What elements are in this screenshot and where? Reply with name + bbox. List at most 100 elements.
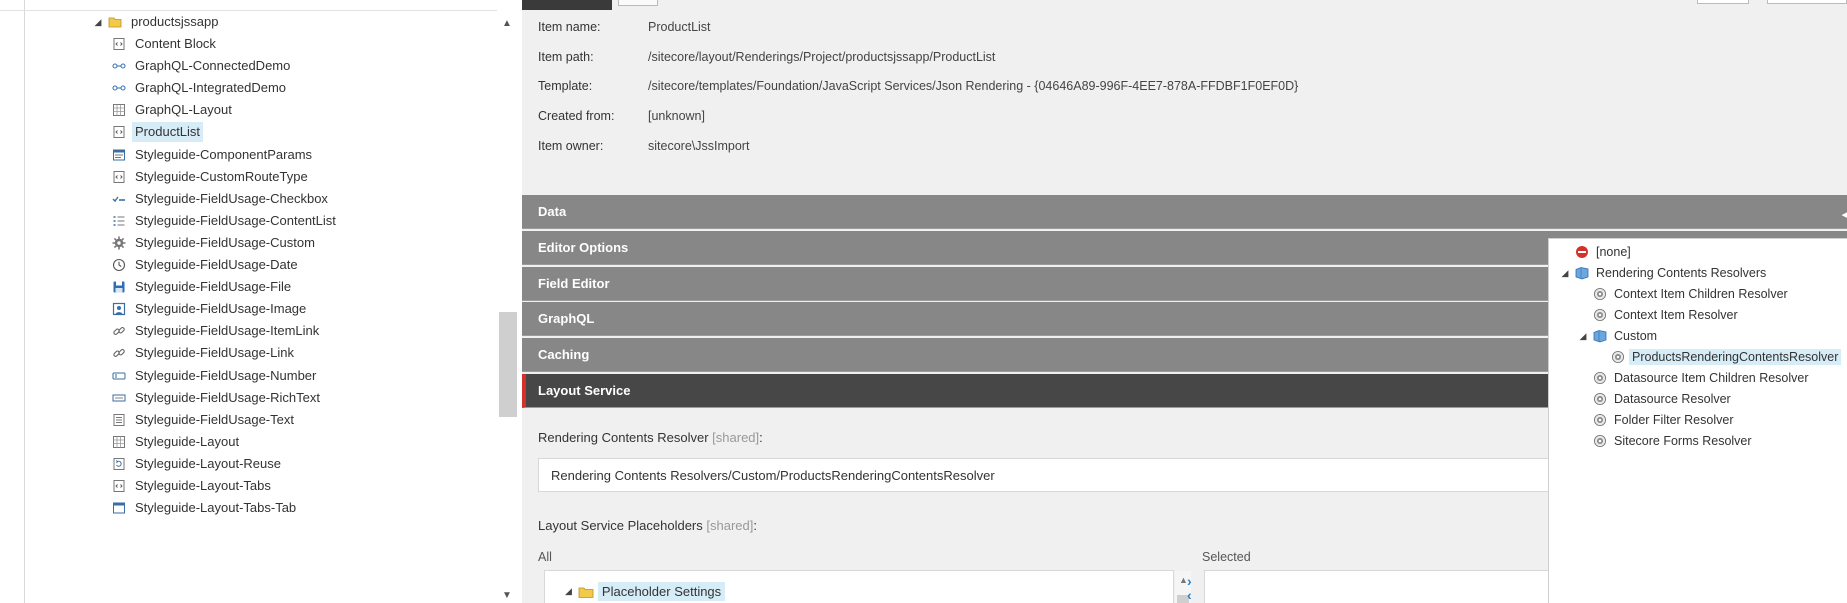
field-title: Rendering Contents Resolver xyxy=(538,430,709,445)
editor-tab-strip xyxy=(522,0,1847,10)
tab-content[interactable] xyxy=(522,0,612,10)
tree-node[interactable]: Styleguide-FieldUsage-ItemLink xyxy=(112,320,322,342)
remove-left-icon[interactable]: ‹ xyxy=(1187,587,1192,603)
resolver-option-label: Context Item Children Resolver xyxy=(1614,287,1788,301)
resolver-option[interactable]: Datasource Item Children Resolver xyxy=(1593,368,1812,388)
resolver-option[interactable]: ◢ Custom xyxy=(1577,326,1660,346)
tree-node-label: Styleguide-FieldUsage-Checkbox xyxy=(135,190,328,206)
tree-node-label: Styleguide-CustomRouteType xyxy=(135,168,308,184)
tree-node-label: productsjssapp xyxy=(131,14,219,29)
resolver-option[interactable]: Folder Filter Resolver xyxy=(1593,410,1736,430)
expand-arrow-icon[interactable]: ◢ xyxy=(92,17,104,28)
field-colon: : xyxy=(759,430,763,445)
tree-node[interactable]: GraphQL-Layout xyxy=(112,99,235,121)
resolver-option[interactable]: ProductsRenderingContentsResolver xyxy=(1611,347,1842,367)
resolver-option[interactable]: Sitecore Forms Resolver xyxy=(1593,431,1755,451)
tree-node-label: GraphQL-ConnectedDemo xyxy=(135,58,291,74)
scroll-up-icon[interactable]: ▲ xyxy=(502,18,512,29)
tree-node[interactable]: Styleguide-FieldUsage-File xyxy=(112,276,294,298)
move-buttons: › ‹ xyxy=(1187,573,1192,603)
grid-layout-icon xyxy=(112,103,126,117)
toolbar-button[interactable] xyxy=(1767,0,1847,4)
resolver-folder-icon xyxy=(1593,329,1607,343)
all-placeholders-list[interactable]: ◢ Placeholder Settings ▲ xyxy=(544,570,1191,603)
collapse-icon[interactable]: ◂ xyxy=(1841,208,1847,221)
all-column-heading: All xyxy=(538,550,552,564)
shared-tag: [shared] xyxy=(706,518,754,533)
resolver-dropdown-popup: [none] ◢ Rendering Contents Resolvers Conte… xyxy=(1548,238,1847,603)
tree-scrollbar[interactable]: ▲ ▼ xyxy=(497,10,520,603)
tree-node[interactable]: Styleguide-FieldUsage-Link xyxy=(112,342,297,364)
tree-node-label: Styleguide-FieldUsage-Image xyxy=(135,301,307,317)
tree-node-label: Styleguide-FieldUsage-RichText xyxy=(135,389,320,405)
resolver-option-label: Context Item Resolver xyxy=(1614,308,1738,322)
resolver-option-label: ProductsRenderingContentsResolver xyxy=(1629,349,1842,365)
none-stop-icon xyxy=(1575,245,1589,259)
tree-node[interactable]: ProductList xyxy=(112,121,204,143)
text-field-icon xyxy=(112,413,126,427)
tree-node[interactable]: Styleguide-Layout-Reuse xyxy=(112,453,284,475)
resolver-gear-icon xyxy=(1593,371,1607,385)
tree-node[interactable]: Styleguide-ComponentParams xyxy=(112,144,315,166)
tree-node[interactable]: Styleguide-FieldUsage-Checkbox xyxy=(112,188,331,210)
graphql-link-icon xyxy=(112,81,126,95)
tree-node[interactable]: Styleguide-FieldUsage-Number xyxy=(112,365,319,387)
quick-info-row: Template: /sitecore/templates/Foundation/… xyxy=(538,76,1298,96)
resolver-option[interactable]: ◢ Rendering Contents Resolvers xyxy=(1559,263,1769,283)
chain-link-icon xyxy=(112,346,126,360)
quick-info-key: Created from: xyxy=(538,109,615,124)
scroll-down-icon[interactable]: ▼ xyxy=(502,590,512,601)
folder-icon xyxy=(108,15,122,29)
json-rendering-icon xyxy=(112,170,126,184)
quick-info-value: /sitecore/templates/Foundation/JavaScrip… xyxy=(648,79,1299,94)
resolver-option-label: Datasource Item Children Resolver xyxy=(1614,371,1809,385)
resolver-option[interactable]: [none] xyxy=(1575,242,1634,262)
tree-node[interactable]: GraphQL-IntegratedDemo xyxy=(112,77,289,99)
quick-info-key: Item name: xyxy=(538,20,601,34)
tree-node[interactable]: Content Block xyxy=(112,33,219,55)
tree-node-label: Styleguide-FieldUsage-ItemLink xyxy=(135,323,320,339)
tree-node[interactable]: GraphQL-ConnectedDemo xyxy=(112,55,293,77)
chain-link-icon xyxy=(112,324,126,338)
tree-node[interactable]: Styleguide-Layout-Tabs xyxy=(112,475,274,497)
section-header[interactable]: Data xyxy=(522,195,1847,229)
resolver-option[interactable]: Context Item Resolver xyxy=(1593,305,1741,325)
resolver-value: Rendering Contents Resolvers/Custom/Prod… xyxy=(551,467,995,483)
tree-node[interactable]: Styleguide-Layout xyxy=(112,431,242,453)
scroll-thumb[interactable] xyxy=(499,312,517,417)
add-right-icon[interactable]: › xyxy=(1187,573,1192,589)
tree-node[interactable]: Styleguide-FieldUsage-Date xyxy=(112,254,301,276)
resolver-option[interactable]: Datasource Resolver xyxy=(1593,389,1734,409)
resolver-gear-icon xyxy=(1593,434,1607,448)
resolver-option-label: Folder Filter Resolver xyxy=(1614,413,1734,427)
tab-secondary[interactable] xyxy=(618,0,658,6)
quick-info-key: Item owner: xyxy=(538,138,604,153)
tree-node[interactable]: Styleguide-FieldUsage-ContentList xyxy=(112,210,339,232)
expand-arrow-icon[interactable]: ◢ xyxy=(1577,331,1589,342)
tree-node-label: Styleguide-Layout-Tabs-Tab xyxy=(135,500,297,516)
shared-tag: [shared] xyxy=(712,430,760,445)
tree-node-productsjssapp[interactable]: ◢ productsjssapp xyxy=(92,11,221,33)
section-title: GraphQL xyxy=(538,311,595,327)
tree-divider xyxy=(0,10,498,11)
resolver-option-label: Datasource Resolver xyxy=(1614,392,1731,406)
resolver-folder-icon xyxy=(1575,266,1589,280)
expand-arrow-icon[interactable]: ◢ xyxy=(565,586,572,597)
tree-node[interactable]: Styleguide-FieldUsage-RichText xyxy=(112,387,323,409)
tree-node-placeholder-settings[interactable]: ◢ Placeholder Settings xyxy=(565,582,726,601)
tree-node[interactable]: Styleguide-FieldUsage-Text xyxy=(112,409,297,431)
tree-node[interactable]: Styleguide-CustomRouteType xyxy=(112,166,311,188)
field-title: Layout Service Placeholders xyxy=(538,518,703,533)
number-field-icon xyxy=(112,369,126,383)
resolver-option[interactable]: Context Item Children Resolver xyxy=(1593,284,1791,304)
quick-info-row: Created from: [unknown] xyxy=(538,106,705,126)
reuse-layout-icon xyxy=(112,457,126,471)
expand-arrow-icon[interactable]: ◢ xyxy=(1559,268,1571,279)
tree-node[interactable]: Styleguide-FieldUsage-Image xyxy=(112,298,309,320)
tree-node-label: ProductList xyxy=(132,122,204,143)
toolbar-button[interactable] xyxy=(1697,0,1749,4)
tree-gutter xyxy=(24,0,25,603)
tree-node[interactable]: Styleguide-FieldUsage-Custom xyxy=(112,232,318,254)
content-tree-pane: ◢ productsjssapp Content Block GraphQL-Co… xyxy=(0,0,520,603)
tree-node[interactable]: Styleguide-Layout-Tabs-Tab xyxy=(112,497,299,519)
